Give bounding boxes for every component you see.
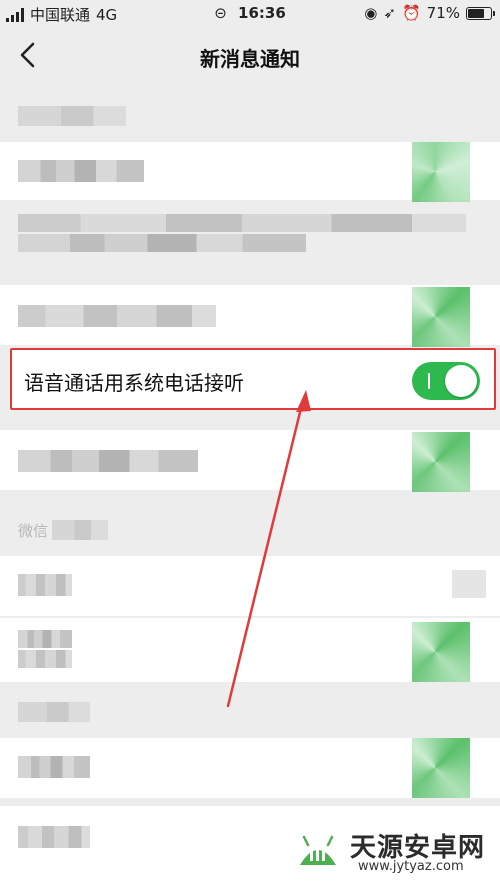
setting-label-blurred [18, 160, 144, 182]
toggle-on-mark [428, 373, 430, 389]
setting-label-blurred [18, 450, 198, 472]
setting-row-blurred[interactable] [0, 142, 500, 202]
setting-row-blurred[interactable] [0, 285, 500, 347]
setting-row-blurred[interactable] [0, 618, 500, 682]
section-header-text: 微信 [18, 522, 49, 540]
alarm-icon: ⏰ [401, 4, 421, 22]
setting-label-blurred [18, 650, 72, 668]
toggle-blurred[interactable] [412, 287, 470, 347]
toggle-knob [445, 365, 477, 397]
setting-label-blurred [18, 305, 216, 327]
setting-label-blurred [18, 630, 72, 648]
status-time: 16:36 [238, 4, 286, 22]
status-right: ◉ ➶ ⏰ 71% [364, 4, 495, 22]
voice-call-system-phone-toggle[interactable] [412, 362, 480, 400]
toggle-blurred[interactable] [412, 142, 470, 202]
link-icon: ⊝ [214, 4, 227, 22]
section-header-blurred [52, 520, 108, 540]
setting-description-blurred [18, 234, 306, 252]
setting-label-blurred [18, 826, 90, 848]
setting-row-blurred[interactable] [0, 556, 500, 616]
toggle-blurred[interactable] [412, 738, 470, 798]
nav-bar: 新消息通知 [0, 28, 500, 84]
status-bar: 中国联通 4G ⊝ 16:36 ◉ ➶ ⏰ 71% [0, 0, 500, 28]
setting-row-blurred[interactable] [0, 430, 500, 492]
setting-label: 语音通话用系统电话接听 [24, 371, 244, 395]
toggle-blurred[interactable] [412, 622, 470, 682]
setting-row-blurred[interactable] [0, 738, 500, 798]
lock-rotation-icon: ◉ [364, 4, 378, 22]
battery-percent: 71% [426, 4, 460, 22]
page-title: 新消息通知 [200, 47, 300, 71]
toggle-blurred[interactable] [412, 432, 470, 492]
battery-icon [466, 6, 495, 20]
setting-description-blurred [18, 214, 466, 232]
android-logo-icon [300, 835, 336, 865]
watermark: 天源安卓网 www.jytyaz.com [292, 823, 492, 879]
setting-label-blurred [18, 756, 90, 778]
section-header-blurred [18, 702, 90, 722]
toggle-blurred[interactable] [452, 570, 486, 598]
voice-call-system-phone-row[interactable]: 语音通话用系统电话接听 [10, 348, 496, 410]
section-header-blurred [18, 106, 126, 126]
location-icon: ➶ [383, 4, 396, 22]
watermark-url: www.jytyaz.com [358, 859, 464, 874]
setting-label-blurred [18, 574, 72, 596]
